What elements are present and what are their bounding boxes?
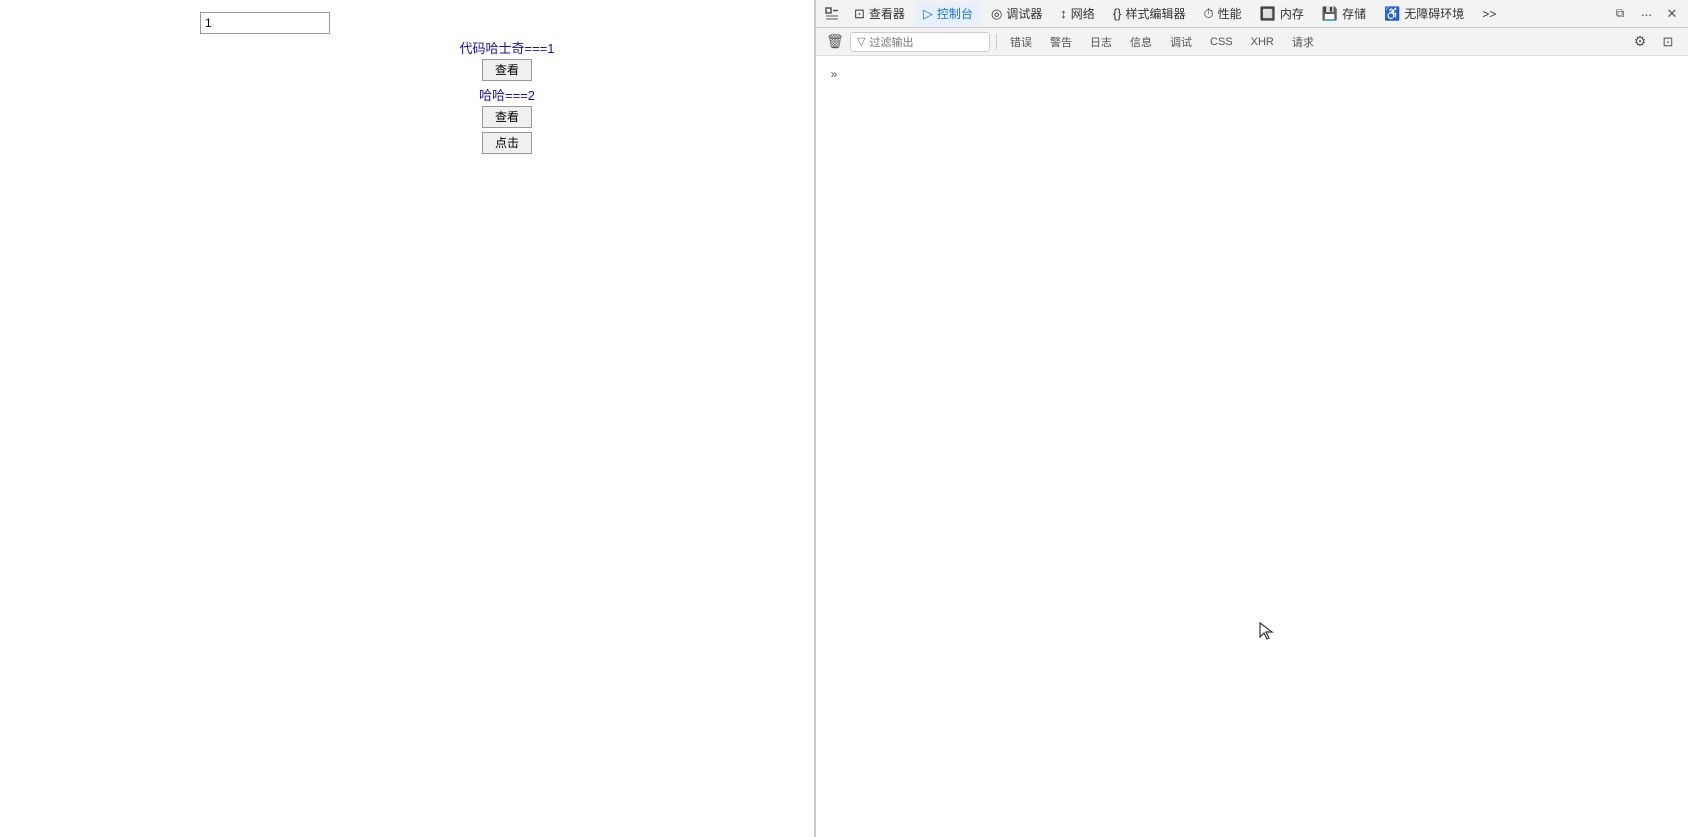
close-devtools-btn[interactable]: ✕ — [1660, 2, 1684, 26]
console-icon: ▷ — [923, 6, 933, 22]
filter-info-btn[interactable]: 信息 — [1123, 32, 1159, 52]
toolbar-right-icons: ⧉ ··· ✕ — [1608, 2, 1684, 26]
inspect-tool-btn[interactable] — [820, 2, 844, 26]
inspector-label: 查看器 — [869, 5, 905, 22]
tab-more[interactable]: >> — [1474, 2, 1504, 26]
console-label: 控制台 — [937, 5, 973, 22]
tab-network[interactable]: ↕ 网络 — [1052, 2, 1103, 26]
tab-accessibility[interactable]: ♿ 无障碍环境 — [1376, 2, 1472, 26]
tab-console[interactable]: ▷ 控制台 — [915, 2, 981, 26]
devtools-toolbar: ⊡ 查看器 ▷ 控制台 ◎ 调试器 ↕ 网络 {} 样式编辑器 ⏱ 性能 🔲 内… — [816, 0, 1688, 28]
debugger-icon: ◎ — [991, 6, 1002, 22]
text-line-2: 哈哈===2 — [200, 85, 814, 104]
more-options-icon: ··· — [1641, 6, 1652, 22]
tab-inspector[interactable]: ⊡ 查看器 — [846, 2, 913, 26]
network-icon: ↕ — [1060, 6, 1067, 21]
perf-label: 性能 — [1218, 5, 1242, 22]
text-line-1: 代码哈士奇===1 — [200, 38, 814, 57]
tab-performance[interactable]: ⏱ 性能 — [1196, 2, 1250, 26]
filter-placeholder-text: 过滤输出 — [869, 34, 913, 50]
separator-1 — [996, 34, 997, 50]
close-icon: ✕ — [1667, 6, 1678, 22]
style-label: 样式编辑器 — [1126, 5, 1186, 22]
filter-requests-btn[interactable]: 请求 — [1285, 32, 1321, 52]
filter-debug-btn[interactable]: 调试 — [1163, 32, 1199, 52]
trash-icon: 🗑 — [826, 33, 844, 50]
memory-label: 内存 — [1280, 5, 1304, 22]
settings-icon: ⚙ — [1634, 33, 1647, 50]
page-input[interactable] — [200, 12, 330, 34]
devtools-panel: ⊡ 查看器 ▷ 控制台 ◎ 调试器 ↕ 网络 {} 样式编辑器 ⏱ 性能 🔲 内… — [815, 0, 1688, 837]
cursor-position — [1258, 621, 1274, 644]
tab-storage[interactable]: 💾 存储 — [1314, 2, 1374, 26]
expand-icon: » — [831, 67, 838, 81]
debugger-label: 调试器 — [1006, 5, 1042, 22]
storage-label: 存储 — [1342, 5, 1366, 22]
view-button-2[interactable]: 查看 — [482, 106, 532, 128]
inspector-icon: ⊡ — [854, 6, 865, 22]
perf-icon: ⏱ — [1204, 6, 1214, 22]
more-tabs-label: >> — [1482, 7, 1496, 21]
dock-icon: ⧉ — [1616, 6, 1625, 21]
more-options-btn[interactable]: ··· — [1634, 2, 1658, 26]
storage-icon: 💾 — [1322, 6, 1338, 22]
filter-warn-btn[interactable]: 警告 — [1043, 32, 1079, 52]
console-toolbar: 🗑 ▽ 过滤输出 错误 警告 日志 信息 调试 CSS XHR 请求 ⚙ ⊡ — [816, 28, 1688, 56]
sidebar-toggle-icon: ⊡ — [1663, 34, 1674, 50]
memory-icon: 🔲 — [1260, 6, 1276, 22]
filter-xhr-btn[interactable]: XHR — [1244, 32, 1281, 52]
accessibility-label: 无障碍环境 — [1404, 5, 1464, 22]
tab-debugger[interactable]: ◎ 调试器 — [983, 2, 1050, 26]
console-settings-btn[interactable]: ⚙ — [1628, 30, 1652, 54]
tab-memory[interactable]: 🔲 内存 — [1252, 2, 1312, 26]
filter-icon: ▽ — [857, 35, 865, 48]
view-button-1[interactable]: 查看 — [482, 59, 532, 81]
style-icon: {} — [1113, 6, 1122, 21]
click-button[interactable]: 点击 — [482, 132, 532, 154]
sidebar-toggle-btn[interactable]: ⊡ — [1656, 30, 1680, 54]
browser-page: 代码哈士奇===1 查看 哈哈===2 查看 点击 — [0, 0, 815, 837]
console-content: » — [816, 56, 1688, 837]
filter-css-btn[interactable]: CSS — [1203, 32, 1240, 52]
network-label: 网络 — [1071, 5, 1095, 22]
clear-console-btn[interactable]: 🗑 — [824, 31, 846, 53]
expand-sidebar-btn[interactable]: » — [824, 64, 844, 84]
cursor-icon — [1258, 621, 1274, 641]
tab-style-editor[interactable]: {} 样式编辑器 — [1105, 2, 1194, 26]
filter-log-btn[interactable]: 日志 — [1083, 32, 1119, 52]
dock-toggle-btn[interactable]: ⧉ — [1608, 2, 1632, 26]
filter-output-container: ▽ 过滤输出 — [850, 32, 990, 52]
filter-error-btn[interactable]: 错误 — [1003, 32, 1039, 52]
accessibility-icon: ♿ — [1384, 6, 1400, 22]
